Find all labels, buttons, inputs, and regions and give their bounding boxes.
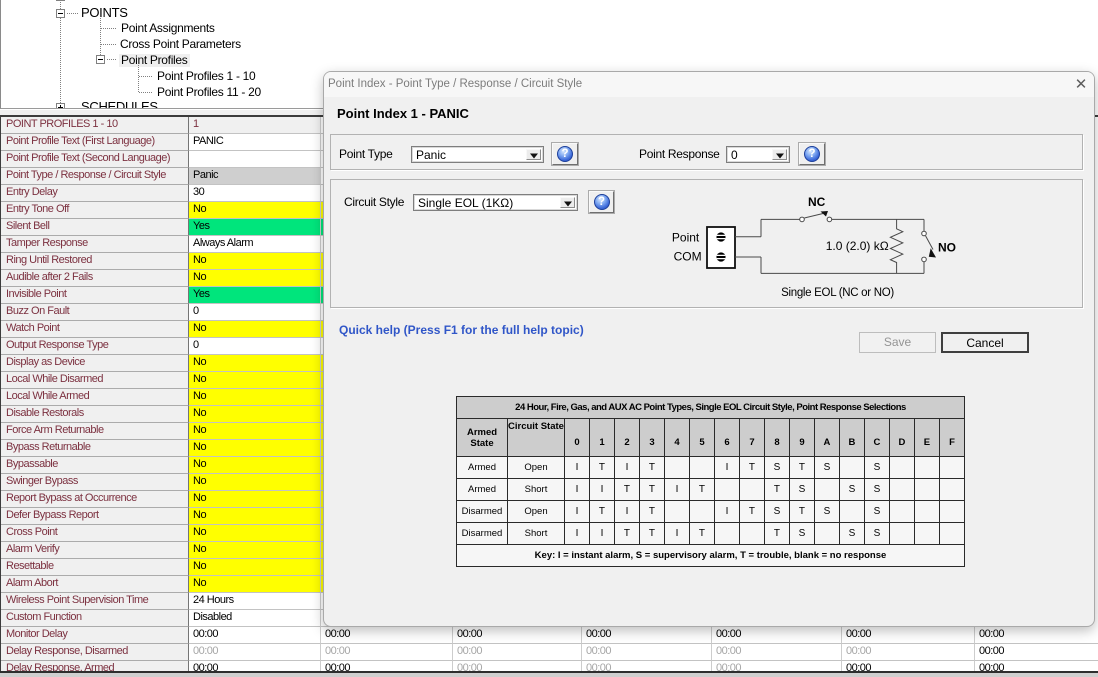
svg-text:COM: COM (674, 250, 702, 264)
svg-text:NC: NC (808, 195, 826, 209)
svg-text:Single EOL (NC or NO): Single EOL (NC or NO) (781, 287, 894, 299)
svg-text:Point: Point (672, 231, 700, 245)
svg-text:1.0 (2.0) kΩ: 1.0 (2.0) kΩ (826, 239, 889, 253)
svg-text:NO: NO (938, 241, 956, 255)
